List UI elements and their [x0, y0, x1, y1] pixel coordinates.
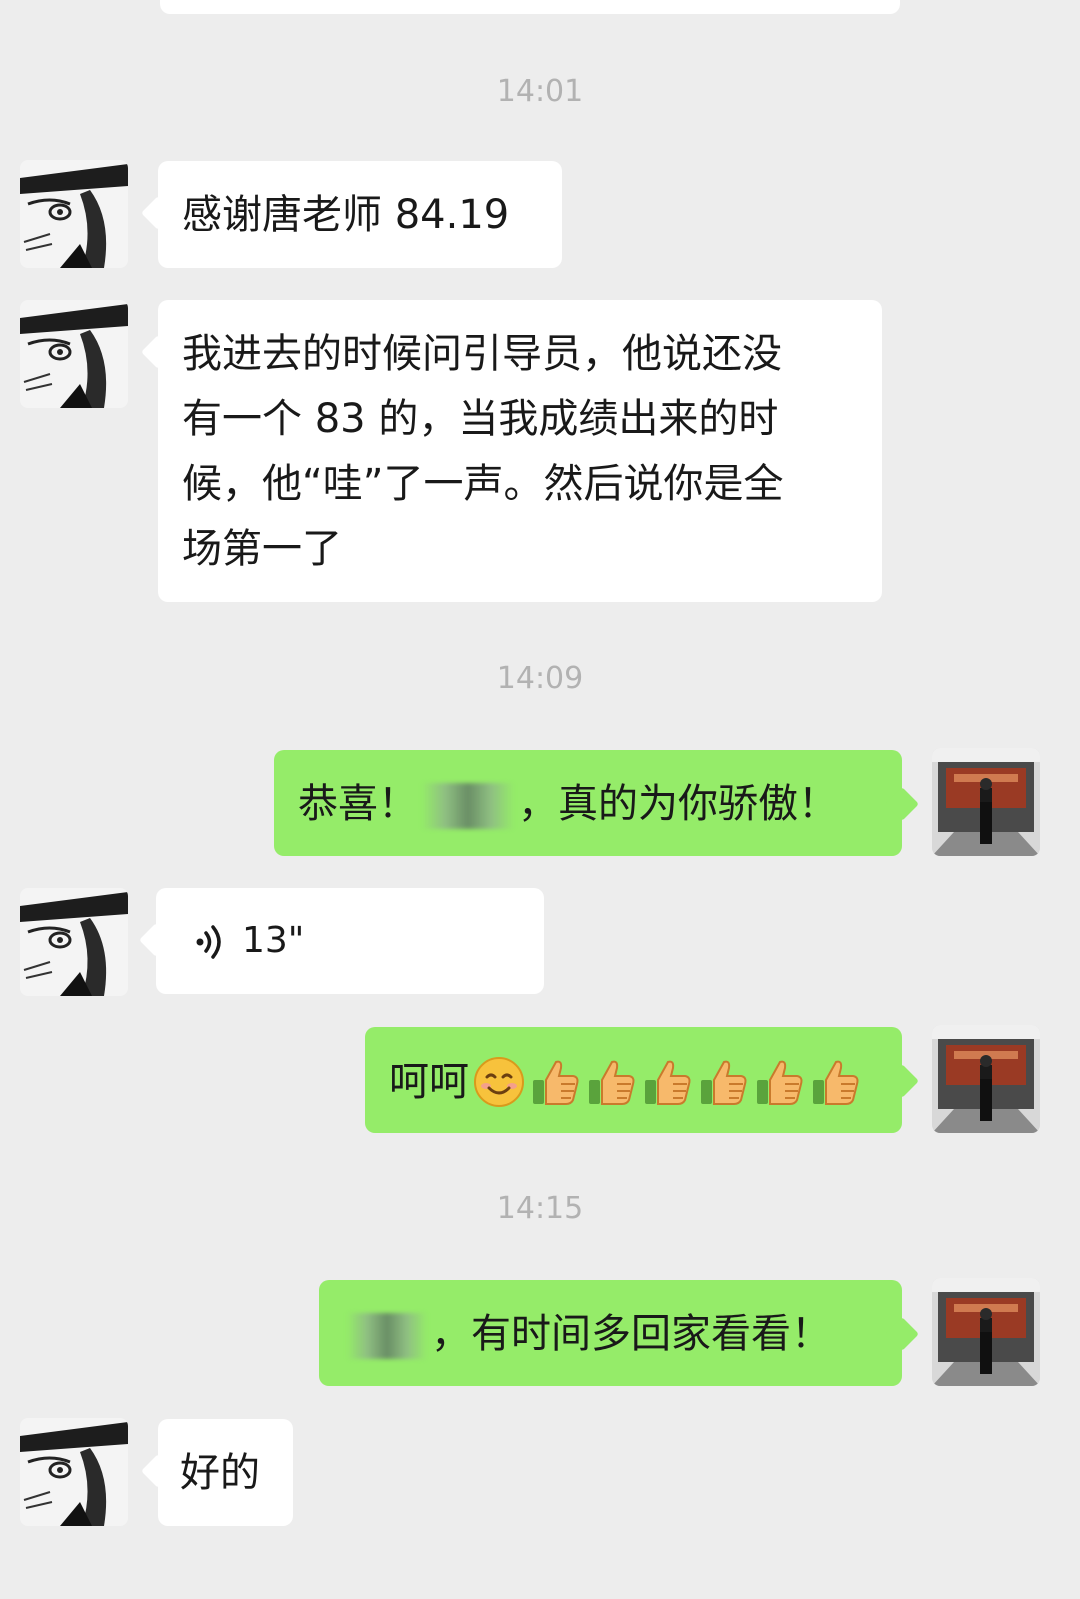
- thumbs-up-emoji-icon: [533, 1060, 579, 1105]
- timestamp: 14:15: [496, 1191, 584, 1226]
- incoming-message-bubble[interactable]: 感谢唐老师 84.19: [158, 161, 562, 268]
- smile-emoji-icon: [474, 1057, 524, 1107]
- redacted-name: [422, 783, 514, 829]
- contact-avatar[interactable]: [20, 160, 128, 268]
- contact-avatar[interactable]: [20, 1418, 128, 1526]
- manga-avatar-image: [20, 300, 128, 408]
- timestamp: 14:09: [496, 661, 584, 696]
- user-avatar[interactable]: [932, 748, 1040, 856]
- thumbs-up-emoji-icon: [589, 1060, 635, 1105]
- thumbs-up-emoji-icon: [701, 1060, 747, 1105]
- message-text: 感谢唐老师 84.19: [182, 192, 510, 238]
- manga-avatar-image: [20, 1418, 128, 1526]
- redacted-name: [347, 1313, 427, 1359]
- outgoing-message-bubble[interactable]: ，有时间多回家看看！: [319, 1280, 902, 1386]
- message-line: 有一个 83 的，当我成绩出来的时: [182, 396, 779, 442]
- thumbs-up-emoji-icon: [645, 1060, 691, 1105]
- thumbs-up-emoji-icon: [813, 1060, 859, 1105]
- message-line: 场第一了: [182, 526, 342, 572]
- incoming-message-bubble[interactable]: 我进去的时候问引导员，他说还没 有一个 83 的，当我成绩出来的时 候，他“哇”…: [158, 300, 882, 602]
- message-text: ，真的为你骄傲！: [518, 781, 838, 827]
- thumbs-up-emoji-icon: [757, 1060, 803, 1105]
- user-avatar[interactable]: [932, 1278, 1040, 1386]
- message-text: 好的: [180, 1450, 260, 1496]
- voice-wave-icon: [196, 925, 221, 959]
- previous-message-bubble[interactable]: [160, 0, 900, 14]
- message-text: 呵呵: [389, 1059, 469, 1105]
- photo-avatar-image: [932, 1025, 1040, 1133]
- message-text: ，有时间多回家看看！: [431, 1311, 831, 1357]
- contact-avatar[interactable]: [20, 888, 128, 996]
- manga-avatar-image: [20, 888, 128, 996]
- manga-avatar-image: [20, 160, 128, 268]
- incoming-message-bubble[interactable]: 好的: [158, 1419, 293, 1526]
- photo-avatar-image: [932, 1278, 1040, 1386]
- message-line: 我进去的时候问引导员，他说还没: [182, 331, 782, 377]
- message-line: 候，他“哇”了一声。然后说你是全: [182, 461, 784, 507]
- outgoing-message-bubble[interactable]: 呵呵: [365, 1027, 902, 1133]
- message-text: 恭喜！: [298, 781, 418, 827]
- timestamp: 14:01: [496, 74, 584, 109]
- voice-duration: 13": [242, 920, 305, 961]
- user-avatar[interactable]: [932, 1025, 1040, 1133]
- outgoing-message-bubble[interactable]: 恭喜！ ，真的为你骄傲！: [274, 750, 902, 856]
- contact-avatar[interactable]: [20, 300, 128, 408]
- photo-avatar-image: [932, 748, 1040, 856]
- voice-message-bubble[interactable]: 13": [156, 888, 544, 994]
